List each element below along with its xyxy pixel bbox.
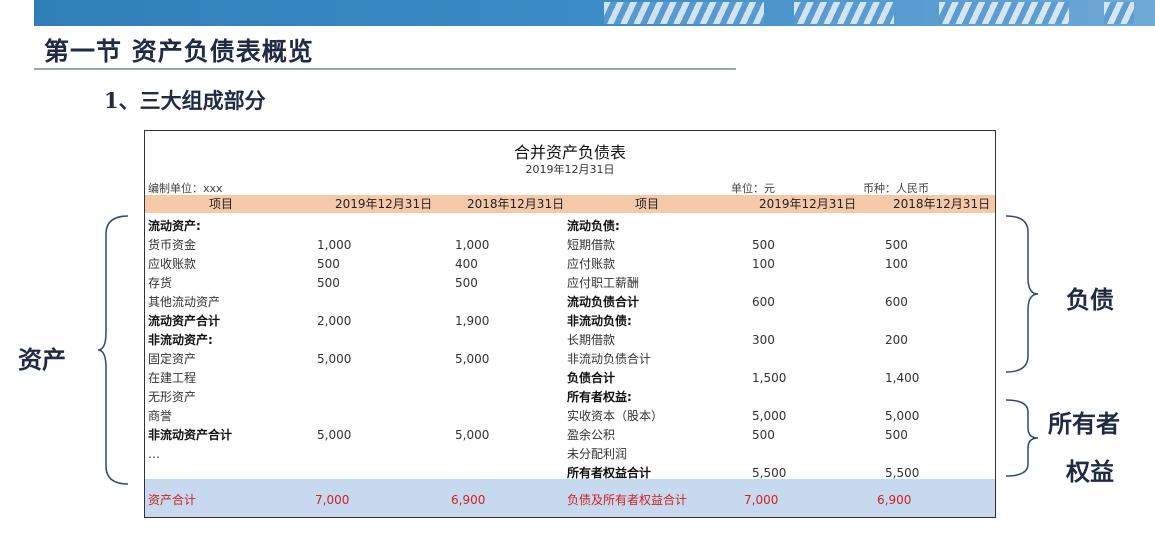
left-row-2018: 1,900 xyxy=(455,314,490,328)
right-row-label: 盈余公积 xyxy=(567,428,616,442)
right-row-2019: 600 xyxy=(752,295,775,309)
header-2018-left: 2018年12月31日 xyxy=(467,197,565,211)
right-row-2019: 500 xyxy=(752,238,775,252)
total-liabilities-equity-label: 负债及所有者权益合计 xyxy=(567,493,688,507)
right-row-label: 非流动负债合计 xyxy=(567,352,652,366)
banner-decoration xyxy=(939,2,1069,24)
title-divider xyxy=(34,68,736,70)
right-row-2019: 1,500 xyxy=(752,371,787,385)
equity-brace xyxy=(1005,399,1038,477)
left-row-2019: 5,000 xyxy=(317,352,352,366)
left-row-2019: 500 xyxy=(317,257,340,271)
left-row-2019: 2,000 xyxy=(317,314,352,328)
header-row xyxy=(145,195,995,213)
assets-brace xyxy=(98,215,129,485)
left-row-2019: 5,000 xyxy=(317,428,352,442)
right-row-label: 应付职工薪酬 xyxy=(567,276,640,290)
assets-label: 资产 xyxy=(18,345,66,374)
right-row-2018: 500 xyxy=(885,238,908,252)
header-item-right: 项目 xyxy=(635,197,660,211)
left-row-label: 应收账款 xyxy=(148,257,197,271)
right-row-2018: 100 xyxy=(885,257,908,271)
right-row-label: 短期借款 xyxy=(567,238,616,252)
header-2019-right: 2019年12月31日 xyxy=(759,197,857,211)
top-banner xyxy=(34,0,1155,26)
liabilities-brace xyxy=(1005,215,1038,373)
left-row-label: 在建工程 xyxy=(148,371,197,385)
equity-label-line1: 所有者 xyxy=(1048,409,1120,438)
right-row-label: 未分配利润 xyxy=(567,447,628,461)
right-row-label: 负债合计 xyxy=(567,371,616,385)
equity-label-line2: 权益 xyxy=(1066,457,1114,486)
banner-decoration xyxy=(604,2,764,24)
left-row-2018: 400 xyxy=(455,257,478,271)
total-assets-label: 资产合计 xyxy=(148,493,197,507)
right-row-label: 流动负债合计 xyxy=(567,295,640,309)
left-row-label: 固定资产 xyxy=(148,352,197,366)
left-row-label: 非流动资产合计 xyxy=(148,428,233,442)
header-item-left: 项目 xyxy=(209,197,234,211)
total-liabilities-equity-2019: 7,000 xyxy=(744,493,779,507)
banner-decoration xyxy=(794,2,894,24)
unit-label: 单位：元 xyxy=(731,182,775,195)
left-row-label: 其他流动资产 xyxy=(148,295,221,309)
right-row-2018: 1,400 xyxy=(885,371,920,385)
left-row-label: … xyxy=(148,447,160,461)
left-row-label: 存货 xyxy=(148,276,173,290)
header-2018-right: 2018年12月31日 xyxy=(893,197,991,211)
balance-sheet-table: 合并资产负债表 2019年12月31日 编制单位：xxx 单位：元 币种：人民币… xyxy=(144,130,996,518)
right-row-label: 长期借款 xyxy=(567,333,616,347)
section-title: 1、三大组成部分 xyxy=(104,88,266,113)
left-row-2019: 500 xyxy=(317,276,340,290)
total-assets-2019: 7,000 xyxy=(315,493,350,507)
right-row-2019: 100 xyxy=(752,257,775,271)
right-row-label: 应付账款 xyxy=(567,257,616,271)
left-row-2018: 1,000 xyxy=(455,238,490,252)
right-row-label: 实收资本（股本） xyxy=(567,409,664,423)
left-row-label: 流动资产合计 xyxy=(148,314,221,328)
right-row-2018: 500 xyxy=(885,428,908,442)
banner-decoration xyxy=(1104,2,1134,24)
sheet-date: 2019年12月31日 xyxy=(525,163,615,176)
total-assets-2018: 6,900 xyxy=(451,493,486,507)
liabilities-label: 负债 xyxy=(1066,285,1114,314)
left-row-2018: 5,000 xyxy=(455,352,490,366)
right-row-label: 非流动负债: xyxy=(567,314,632,328)
total-liabilities-equity-2018: 6,900 xyxy=(877,493,912,507)
left-row-label: 流动资产: xyxy=(148,219,201,233)
right-row-2019: 300 xyxy=(752,333,775,347)
left-row-2018: 5,000 xyxy=(455,428,490,442)
left-row-label: 货币资金 xyxy=(148,238,197,252)
compiler-label: 编制单位：xxx xyxy=(148,182,223,195)
left-row-label: 无形资产 xyxy=(148,390,197,404)
sheet-title: 合并资产负债表 xyxy=(513,143,626,162)
header-2019-left: 2019年12月31日 xyxy=(335,197,433,211)
left-row-2019: 1,000 xyxy=(317,238,352,252)
right-row-2018: 600 xyxy=(885,295,908,309)
page-title: 第一节 资产负债表概览 xyxy=(44,37,314,66)
right-row-2019: 5,000 xyxy=(752,409,787,423)
right-row-2018: 5,000 xyxy=(885,409,920,423)
right-row-label: 流动负债: xyxy=(567,219,620,233)
left-row-label: 商誉 xyxy=(148,409,173,423)
right-row-2018: 200 xyxy=(885,333,908,347)
currency-label: 币种：人民币 xyxy=(863,182,929,195)
right-row-label: 所有者权益: xyxy=(567,390,632,404)
left-row-2018: 500 xyxy=(455,276,478,290)
right-row-2019: 500 xyxy=(752,428,775,442)
left-row-label: 非流动资产: xyxy=(148,333,213,347)
